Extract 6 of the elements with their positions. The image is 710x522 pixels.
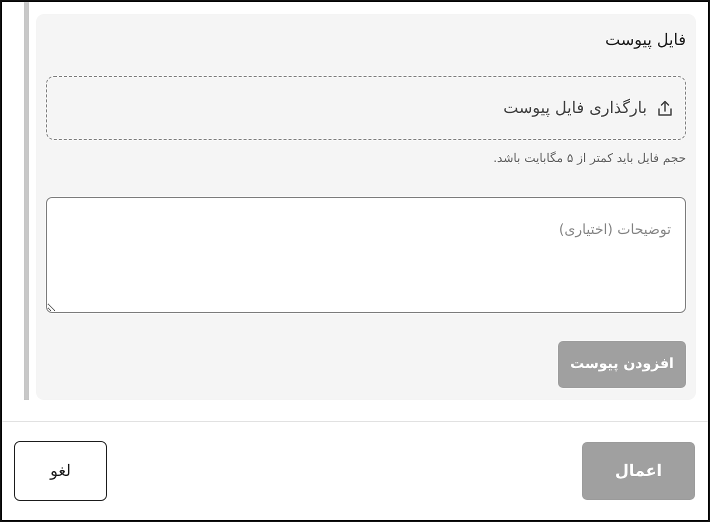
file-size-hint: حجم فایل باید کمتر از ۵ مگابایت باشد. <box>493 150 686 167</box>
section-title: فایل پیوست <box>605 29 686 51</box>
upload-icon <box>657 100 673 116</box>
upload-dropzone[interactable]: بارگذاری فایل پیوست <box>46 76 686 140</box>
description-field[interactable]: توضیحات (اختیاری) <box>46 197 686 313</box>
cancel-button[interactable]: لغو <box>14 441 107 501</box>
